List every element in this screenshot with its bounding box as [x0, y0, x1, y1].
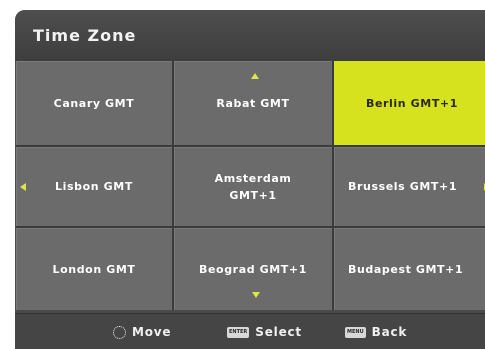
zone-cell-london[interactable]: London GMT	[16, 228, 172, 310]
select-label: Select	[255, 325, 302, 339]
zone-label: London GMT	[52, 262, 136, 276]
header: Time Zone	[15, 10, 485, 61]
zone-label: Budapest GMT+1	[348, 262, 464, 276]
zone-cell-rabat[interactable]: Rabat GMT	[174, 61, 332, 145]
time-zone-grid: Canary GMT Rabat GMT Berlin GMT+1 Lisbon…	[16, 61, 485, 310]
back-label: Back	[371, 325, 408, 339]
zone-cell-beograd[interactable]: Beograd GMT+1	[174, 228, 332, 310]
dpad-icon	[113, 325, 126, 339]
zone-cell-canary[interactable]: Canary GMT	[16, 61, 172, 145]
zone-cell-budapest[interactable]: Budapest GMT+1	[334, 228, 485, 310]
left-arrow-icon	[20, 183, 26, 191]
zone-label: Beograd GMT+1	[199, 262, 307, 276]
move-label: Move	[132, 325, 172, 339]
up-arrow-icon	[251, 73, 259, 79]
zone-cell-lisbon[interactable]: Lisbon GMT	[16, 147, 172, 226]
move-hint: Move	[113, 325, 171, 339]
zone-label: Amsterdam GMT+1	[214, 171, 292, 202]
zone-label: Brussels GMT+1	[348, 180, 458, 193]
zone-cell-berlin[interactable]: Berlin GMT+1	[334, 61, 485, 145]
select-hint: ENTER Select	[227, 325, 302, 339]
footer-hints: Move ENTER Select MENU Back	[15, 313, 485, 349]
zone-label: Rabat GMT	[216, 96, 290, 110]
page-title: Time Zone	[33, 26, 137, 45]
zone-cell-amsterdam[interactable]: Amsterdam GMT+1	[174, 147, 332, 226]
zone-cell-brussels[interactable]: Brussels GMT+1	[334, 147, 485, 226]
menu-key-icon: MENU	[345, 326, 366, 338]
enter-key-icon: ENTER	[227, 326, 250, 338]
back-hint: MENU Back	[345, 325, 407, 339]
zone-label: Berlin GMT+1	[365, 96, 459, 110]
down-arrow-icon	[252, 292, 260, 298]
time-zone-screen: Time Zone Canary GMT Rabat GMT Berlin GM…	[15, 10, 485, 349]
zone-label: Lisbon GMT	[55, 180, 133, 193]
zone-label: Canary GMT	[53, 96, 135, 110]
